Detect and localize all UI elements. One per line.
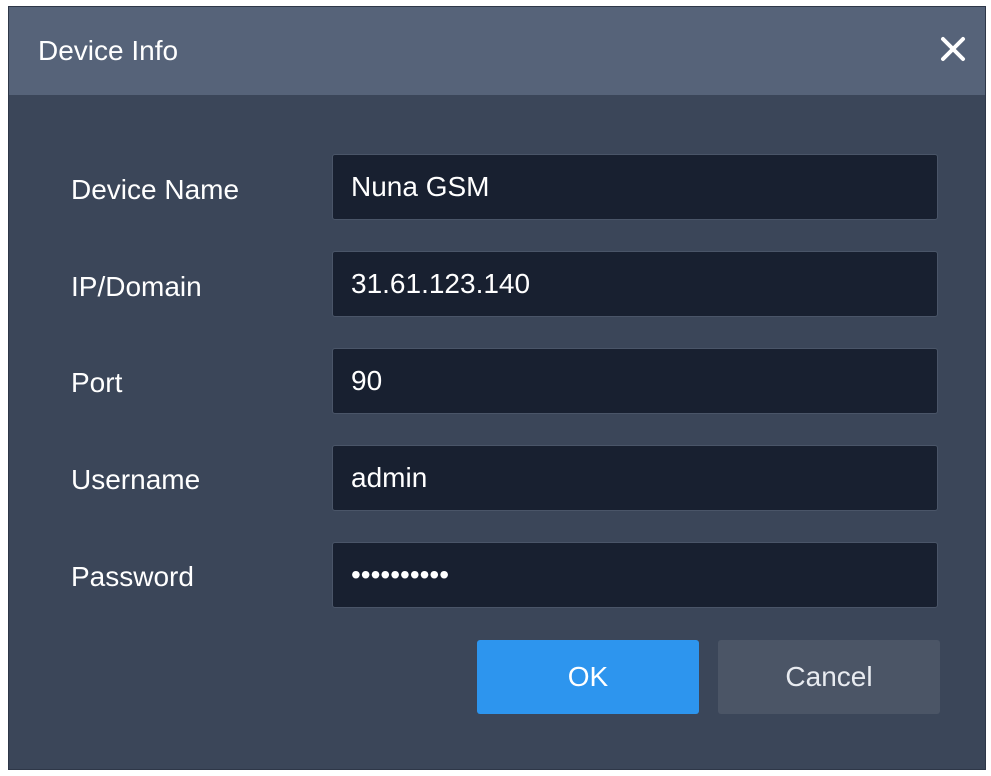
ip-domain-field-box <box>332 251 938 317</box>
device-name-field-box <box>332 154 938 220</box>
dialog-title: Device Info <box>38 35 179 66</box>
ip-domain-label: IP/Domain <box>71 271 202 302</box>
password-field-box <box>332 542 938 608</box>
ip-domain-field[interactable] <box>333 252 937 316</box>
close-icon[interactable] <box>931 27 975 71</box>
username-field-box <box>332 445 938 511</box>
device-name-field[interactable] <box>333 155 937 219</box>
port-field-box <box>332 348 938 414</box>
device-name-label: Device Name <box>71 174 240 205</box>
device-info-dialog: Device Info Device Name IP/Domain Port U… <box>8 6 986 770</box>
password-label: Password <box>71 561 194 592</box>
dialog-titlebar: Device Info <box>9 7 985 95</box>
port-label: Port <box>71 367 123 398</box>
username-field[interactable] <box>333 446 937 510</box>
username-label: Username <box>71 464 201 495</box>
password-field[interactable] <box>333 543 937 607</box>
cancel-button[interactable]: Cancel <box>718 640 940 714</box>
ok-button[interactable]: OK <box>477 640 699 714</box>
port-field[interactable] <box>333 349 937 413</box>
